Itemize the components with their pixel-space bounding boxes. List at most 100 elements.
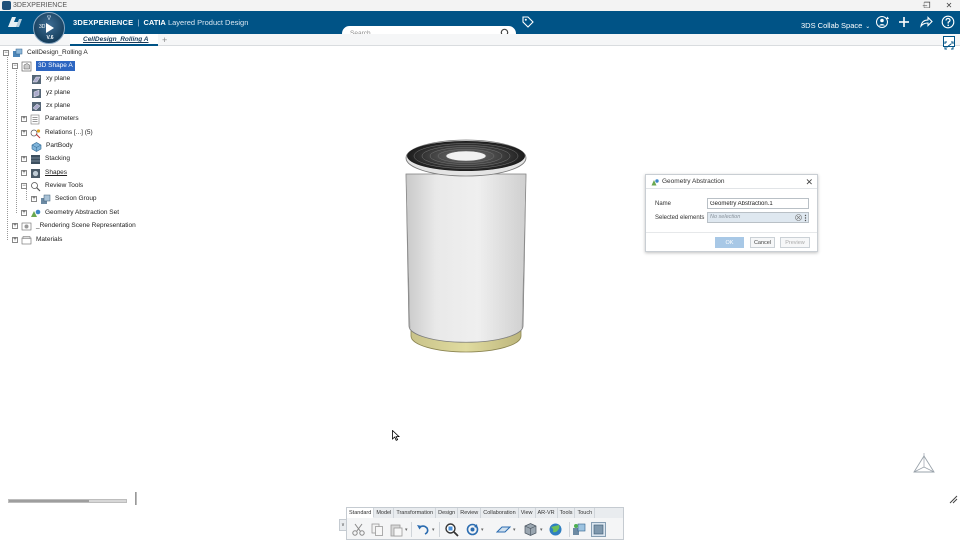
ds-logo-icon[interactable]	[4, 13, 26, 32]
plane-view-dropdown[interactable]: ▾	[513, 527, 516, 533]
tree-item-yz-plane[interactable]: yz plane	[31, 87, 70, 99]
render-style-icon[interactable]	[523, 522, 538, 537]
expand-toggle[interactable]: +	[12, 237, 18, 243]
tree-item-shapes[interactable]: + Shapes	[21, 167, 67, 179]
selected-elements-field[interactable]: No selection	[707, 212, 809, 223]
tree-item-xy-plane[interactable]: xy plane	[31, 73, 70, 85]
tree-item-geometry-abstraction-set[interactable]: + Geometry Abstraction Set	[21, 207, 119, 219]
render-style-dropdown[interactable]: ▾	[540, 527, 543, 533]
tree-item-label: 3D Shape A	[36, 61, 75, 71]
tab-celldesign-rolling-a[interactable]: CellDesign_Rolling A	[70, 34, 158, 46]
review-tools-icon	[31, 181, 41, 191]
3d-shape-icon	[21, 61, 32, 71]
tab-model[interactable]: Model	[374, 508, 395, 518]
help-icon[interactable]	[941, 15, 955, 29]
add-tab-button[interactable]: +	[162, 35, 167, 45]
copy-icon[interactable]	[370, 522, 385, 537]
collab-space-selector[interactable]: 3DS Collab Space ⌄	[801, 21, 870, 32]
cylinder-body[interactable]	[405, 173, 527, 343]
action-bar: ∨ Standard Model Transformation Design R…	[339, 507, 624, 540]
tree-item-stacking[interactable]: + Stacking	[21, 153, 70, 165]
name-field[interactable]	[707, 198, 809, 209]
undo-icon[interactable]	[415, 522, 430, 537]
ok-button[interactable]: OK	[715, 237, 744, 248]
expand-toggle[interactable]: +	[12, 223, 18, 229]
user-profile-icon[interactable]	[876, 15, 890, 29]
tree-item-materials[interactable]: + Materials	[12, 234, 62, 246]
tab-collaboration[interactable]: Collaboration	[481, 508, 519, 518]
collapse-toggle[interactable]: −	[3, 50, 9, 56]
collapse-toggle[interactable]: −	[21, 183, 27, 189]
dialog-title-bar[interactable]: Geometry Abstraction ✕	[646, 175, 817, 189]
geometry-abstraction-tool-icon[interactable]	[591, 522, 606, 537]
tab-view[interactable]: View	[519, 508, 536, 518]
resize-handle-icon[interactable]	[948, 494, 958, 504]
more-options-icon[interactable]	[804, 214, 807, 222]
tab-transformation[interactable]: Transformation	[394, 508, 437, 518]
tree-item-root[interactable]: − CellDesign_Rolling A	[3, 47, 88, 59]
rotate-dropdown[interactable]: ▾	[481, 527, 484, 533]
collapse-toggle[interactable]: −	[12, 63, 18, 69]
undo-dropdown[interactable]: ▾	[432, 527, 435, 533]
action-bar-tabs: Standard Model Transformation Design Rev…	[347, 508, 623, 518]
dialog-close-button[interactable]: ✕	[805, 176, 813, 188]
expand-toggle[interactable]: +	[21, 210, 27, 216]
document-tab-bar: CellDesign_Rolling A +	[0, 34, 960, 46]
tab-standard[interactable]: Standard	[347, 508, 375, 518]
tree-item-label: Materials	[36, 236, 63, 243]
window-title: 3DEXPERIENCE	[13, 2, 68, 9]
plane-view-icon[interactable]	[496, 522, 511, 537]
tab-tools[interactable]: Tools	[558, 508, 576, 518]
robot-compass-icon[interactable]	[908, 452, 940, 480]
dialog-separator	[646, 232, 817, 233]
paste-icon[interactable]	[389, 522, 404, 537]
tree-item-relations[interactable]: + Relations [...] (5)	[21, 127, 93, 139]
tree-item-parameters[interactable]: + Parameters	[21, 113, 79, 125]
tree-item-section-group[interactable]: + Section Group	[31, 193, 97, 205]
materials-icon	[21, 235, 32, 244]
close-window-button[interactable]: ✕	[939, 0, 959, 11]
progress-slider[interactable]	[8, 499, 127, 503]
globe-icon[interactable]	[548, 522, 563, 537]
rotate-view-icon[interactable]	[465, 522, 480, 537]
cancel-button[interactable]: Cancel	[750, 237, 775, 248]
tree-item-rendering-scene[interactable]: + _Rendering Scene Representation	[12, 220, 136, 232]
clear-selection-icon[interactable]	[795, 214, 802, 221]
share-icon[interactable]	[919, 15, 933, 29]
tree-item-partbody[interactable]: PartBody	[31, 140, 73, 152]
expand-toggle[interactable]: +	[31, 196, 37, 202]
tree-item-label: zx plane	[46, 102, 71, 109]
plane-icon	[32, 74, 41, 84]
tree-item-zx-plane[interactable]: zx plane	[31, 100, 70, 112]
tab-touch[interactable]: Touch	[575, 508, 596, 518]
expand-toggle[interactable]: +	[21, 170, 27, 176]
compass-widget[interactable]: ∇ 3D V.6	[33, 12, 65, 44]
brand-title: 3DEXPERIENCE | CATIA Layered Product Des…	[73, 17, 248, 28]
assembly-icon[interactable]	[572, 522, 587, 537]
add-icon[interactable]	[897, 15, 911, 29]
tag-icon[interactable]	[522, 16, 534, 28]
action-bar-collapse-button[interactable]: ∨	[339, 519, 347, 531]
expand-toggle[interactable]: +	[21, 156, 27, 162]
paste-dropdown[interactable]: ▾	[405, 527, 408, 533]
product-icon	[13, 48, 23, 57]
zoom-fit-icon[interactable]	[444, 522, 459, 537]
tree-item-label: yz plane	[46, 89, 71, 96]
cylinder-top-winding[interactable]	[405, 139, 527, 177]
geometry-abstraction-icon	[651, 179, 659, 186]
partbody-icon	[31, 141, 42, 152]
expand-toggle[interactable]: +	[21, 130, 27, 136]
tree-item-3d-shape[interactable]: − 3D Shape A	[12, 60, 75, 72]
tab-design[interactable]: Design	[436, 508, 459, 518]
preview-button[interactable]: Preview	[780, 237, 810, 248]
tree-item-review-tools[interactable]: − Review Tools	[21, 180, 83, 192]
tab-review[interactable]: Review	[458, 508, 482, 518]
tab-ar-vr[interactable]: AR-VR	[536, 508, 558, 518]
expand-toggle[interactable]: +	[21, 116, 27, 122]
parameters-icon	[30, 114, 40, 124]
cut-icon[interactable]	[351, 522, 366, 537]
restore-button[interactable]: ❐	[917, 0, 937, 11]
slider-handle[interactable]	[135, 492, 137, 505]
app-header: 3DEXPERIENCE | CATIA Layered Product Des…	[0, 11, 960, 41]
brand-separator: |	[137, 18, 140, 27]
